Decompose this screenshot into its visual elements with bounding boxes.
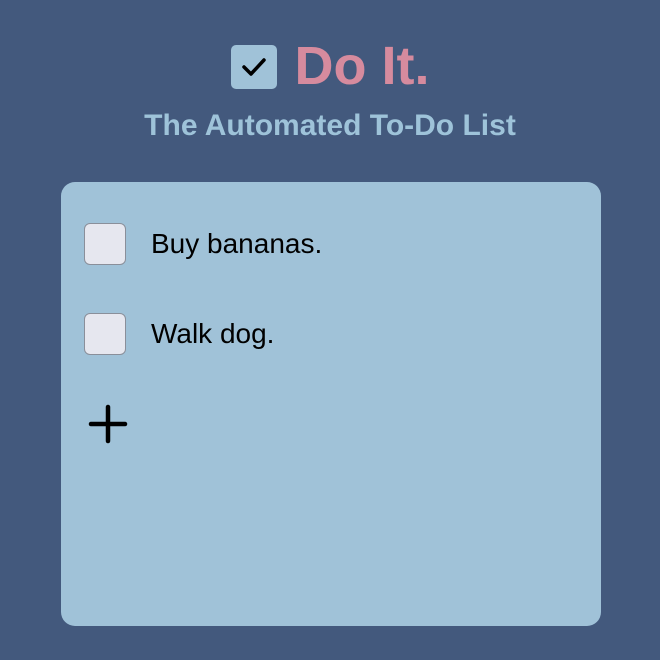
app-subtitle: The Automated To-Do List — [144, 109, 516, 142]
add-task-button[interactable] — [88, 404, 128, 444]
todo-item: Buy bananas. — [84, 223, 322, 265]
todo-item-label: Walk dog. — [151, 318, 275, 349]
todo-item: Walk dog. — [84, 313, 274, 355]
plus-icon — [88, 404, 128, 444]
todo-list-card: Buy bananas. Walk dog. — [61, 182, 601, 626]
app-title: Do It. — [294, 36, 430, 96]
app-header: Do It. — [0, 36, 660, 96]
todo-item-label: Buy bananas. — [151, 228, 323, 259]
checkmark-icon — [241, 58, 266, 76]
todo-checkbox[interactable] — [84, 313, 126, 355]
logo-checkbox — [230, 45, 277, 89]
todo-checkbox[interactable] — [84, 223, 126, 265]
